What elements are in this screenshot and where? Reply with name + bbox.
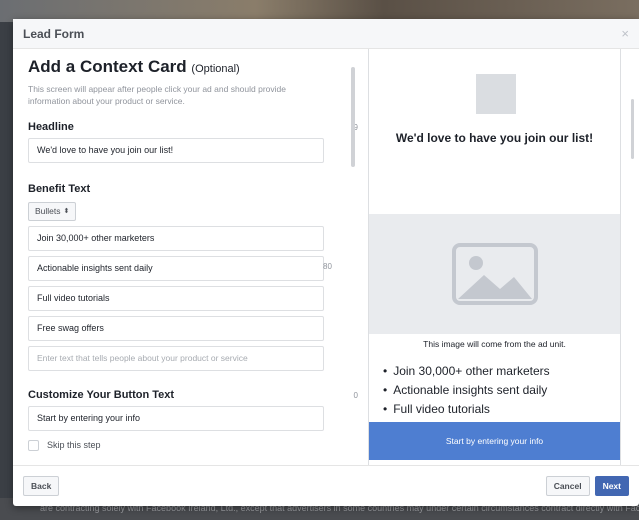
benefit-layout-dropdown[interactable]: Bullets ⬍ xyxy=(28,201,77,221)
preview-headline: We'd love to have you join our list! xyxy=(395,131,594,145)
dialog-title: Lead Form xyxy=(23,26,85,41)
benefit-item-input[interactable]: Free swag offers xyxy=(28,315,324,341)
benefit-list: Join 30,000+ other marketers Actionable … xyxy=(28,225,358,371)
skip-step-row[interactable]: Skip this step xyxy=(28,439,358,451)
close-icon[interactable]: × xyxy=(621,26,629,41)
benefit-item-input[interactable]: Join 30,000+ other marketers xyxy=(28,225,324,251)
benefit-new-item-input[interactable]: Enter text that tells people about your … xyxy=(28,345,324,371)
preview-scrollbar[interactable] xyxy=(631,99,634,159)
headline-label: Headline xyxy=(28,120,74,133)
skip-label: Skip this step xyxy=(47,440,101,451)
button-text-input[interactable]: Start by entering your info xyxy=(28,405,324,431)
preview-bullet: Join 30,000+ other marketers xyxy=(383,362,549,381)
benefit-label-row: Benefit Text xyxy=(28,183,358,195)
next-button[interactable]: Next xyxy=(594,476,629,496)
benefit-label: Benefit Text xyxy=(28,182,91,195)
image-placeholder-icon xyxy=(369,214,620,334)
context-card-editor: Add a Context Card (Optional) This scree… xyxy=(28,57,358,465)
preview-panel: We'd love to have you join our list! Thi… xyxy=(368,49,621,465)
preview-cta-button[interactable]: Start by entering your info xyxy=(369,422,620,460)
optional-label: (Optional) xyxy=(191,63,240,75)
preview-bullet-list: Join 30,000+ other marketers Actionable … xyxy=(383,362,550,419)
section-description: This screen will appear after people cli… xyxy=(28,84,286,107)
dialog-body: Add a Context Card (Optional) This scree… xyxy=(13,49,639,465)
preview-image-caption: This image will come from the ad unit. xyxy=(423,339,566,349)
section-title-text: Add a Context Card xyxy=(28,57,187,76)
dialog-footer: Back Cancel Next xyxy=(13,465,639,506)
chevron-updown-icon: ⬍ xyxy=(63,208,70,216)
section-title: Add a Context Card (Optional) xyxy=(28,57,358,77)
skip-checkbox[interactable] xyxy=(28,439,39,451)
button-text-label-row: Customize Your Button Text 0 xyxy=(28,389,358,401)
benefit-item-input[interactable]: Full video tutorials xyxy=(28,285,324,311)
cancel-button[interactable]: Cancel xyxy=(545,476,590,496)
preview-bullet: Actionable insights sent daily xyxy=(383,381,550,400)
page-icon-placeholder xyxy=(476,74,516,114)
button-text-counter: 0 xyxy=(353,390,358,400)
headline-label-row: Headline 9 xyxy=(28,121,358,133)
benefit-layout-value: Bullets xyxy=(35,206,61,217)
benefit-item-input[interactable]: Actionable insights sent daily xyxy=(28,255,324,281)
benefit-counter: 80 xyxy=(323,262,332,271)
dialog-header: Lead Form × xyxy=(13,19,639,49)
editor-scrollbar[interactable] xyxy=(351,67,355,167)
headline-input[interactable]: We'd love to have you join our list! xyxy=(28,137,324,163)
lead-form-dialog: Lead Form × Add a Context Card (Optional… xyxy=(13,19,639,506)
back-button[interactable]: Back xyxy=(23,476,60,496)
preview-bullet: Full video tutorials xyxy=(383,400,550,419)
button-text-label: Customize Your Button Text xyxy=(28,388,175,401)
